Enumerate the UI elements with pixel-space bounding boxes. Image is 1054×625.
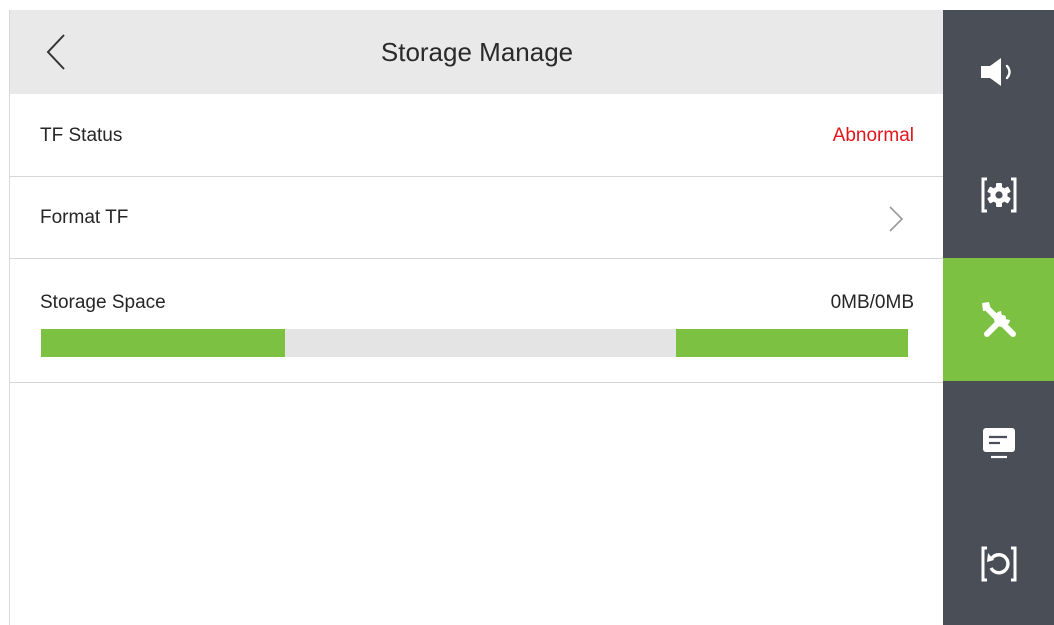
gear-icon bbox=[981, 177, 1016, 212]
back-button[interactable] bbox=[28, 24, 84, 80]
speaker-icon bbox=[980, 57, 1011, 86]
tools-icon bbox=[981, 301, 1016, 337]
tf-status-row: TF Status Abnormal bbox=[10, 94, 944, 177]
main-panel: Storage Manage TF Status Abnormal Format… bbox=[9, 10, 944, 625]
storage-space-label: Storage Space bbox=[40, 292, 166, 313]
format-tf-label: Format TF bbox=[40, 207, 129, 228]
tf-status-label: TF Status bbox=[40, 125, 123, 146]
nav-item-tools[interactable] bbox=[943, 258, 1054, 381]
storage-space-value: 0MB/0MB bbox=[830, 292, 914, 313]
nav-item-settings[interactable] bbox=[943, 133, 1054, 256]
format-tf-row[interactable]: Format TF bbox=[10, 177, 944, 259]
nav-item-restore[interactable] bbox=[943, 502, 1054, 625]
restore-icon bbox=[981, 546, 1016, 581]
header-bar: Storage Manage bbox=[10, 10, 944, 94]
nav-item-messages[interactable] bbox=[943, 380, 1054, 503]
side-navigation bbox=[943, 10, 1054, 625]
storage-used-segment-start bbox=[41, 329, 286, 357]
message-icon bbox=[982, 427, 1015, 458]
nav-item-sound[interactable] bbox=[943, 10, 1054, 133]
chevron-right-icon bbox=[889, 206, 904, 232]
storage-progress-bar bbox=[41, 329, 908, 357]
storage-space-row: Storage Space 0MB/0MB bbox=[10, 259, 944, 383]
tf-status-value: Abnormal bbox=[832, 125, 914, 146]
storage-used-segment-end bbox=[675, 329, 908, 357]
app-window: Storage Manage TF Status Abnormal Format… bbox=[0, 0, 1054, 625]
page-title: Storage Manage bbox=[380, 37, 574, 67]
chevron-left-icon bbox=[46, 34, 65, 70]
